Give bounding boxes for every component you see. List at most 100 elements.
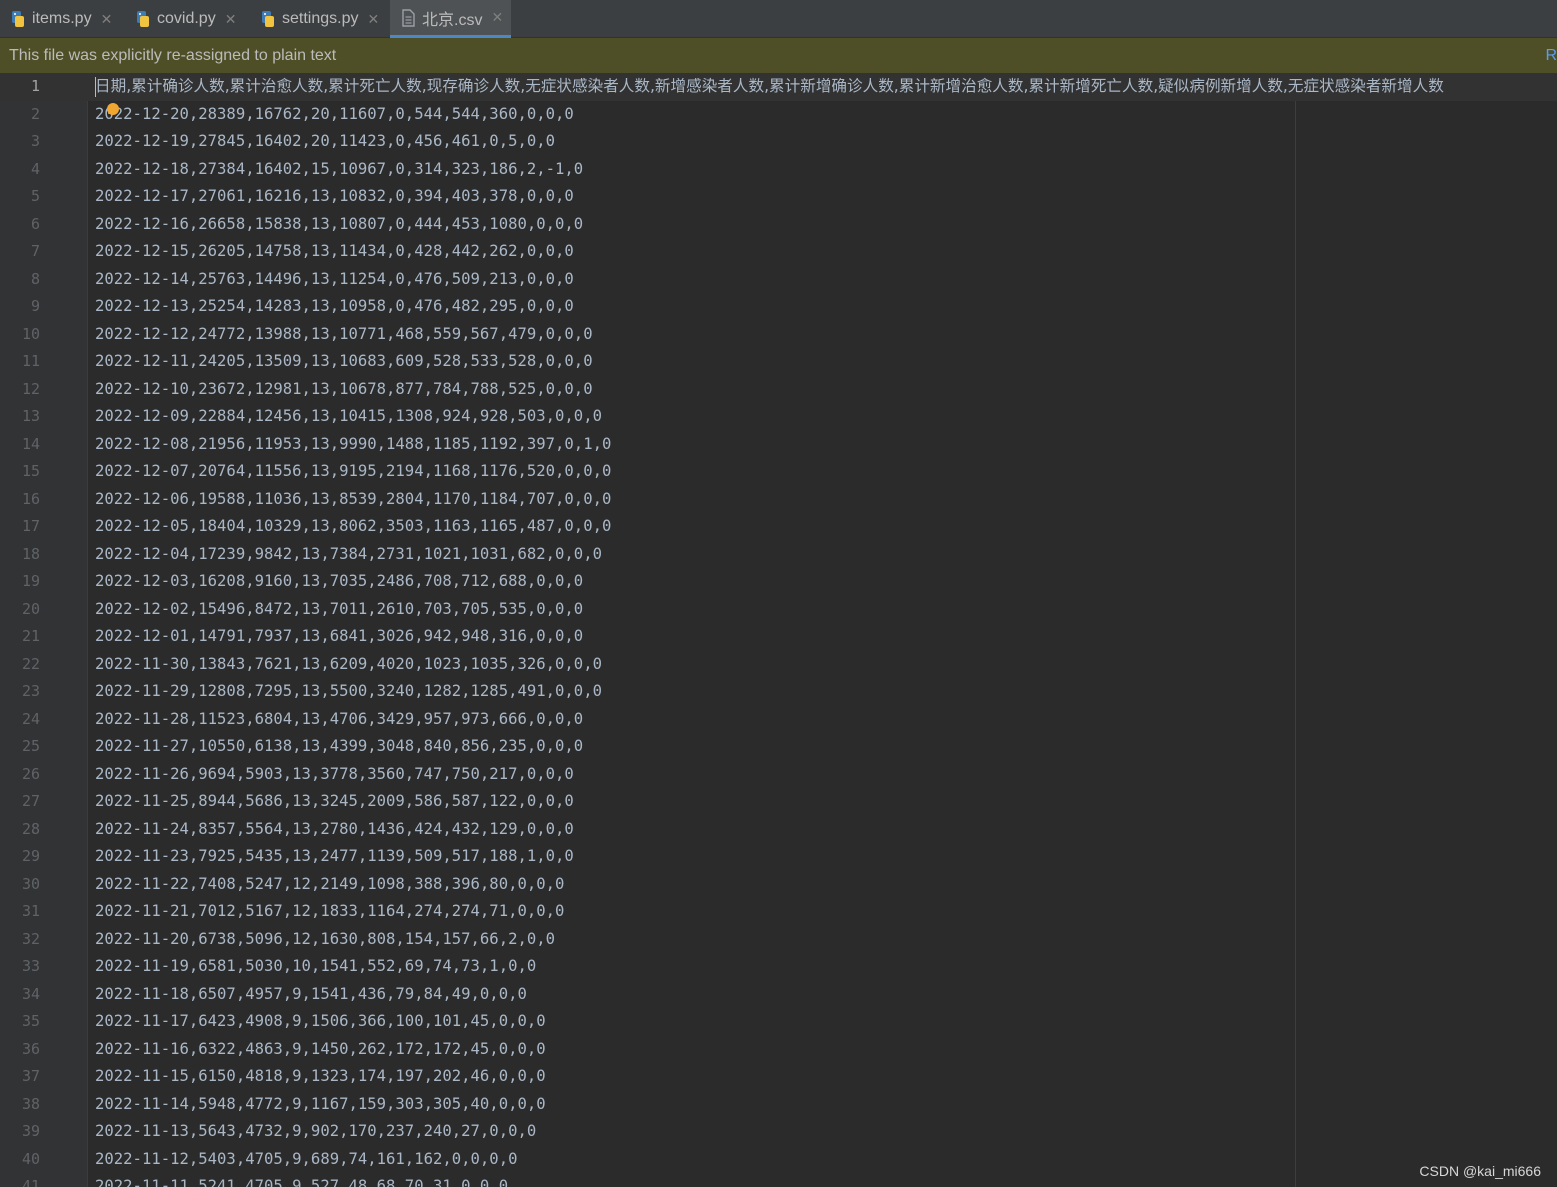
line-text[interactable]: 2022-12-10,23672,12981,13,10678,877,784,… <box>95 376 593 404</box>
line-text[interactable]: 2022-11-23,7925,5435,13,2477,1139,509,51… <box>95 843 574 871</box>
line-text[interactable]: 2022-12-17,27061,16216,13,10832,0,394,40… <box>95 183 574 211</box>
line-text[interactable]: 2022-11-24,8357,5564,13,2780,1436,424,43… <box>95 816 574 844</box>
editor-line[interactable]: 35 2022-11-17,6423,4908,9,1506,366,100,10… <box>0 1008 1557 1036</box>
editor-line[interactable]: 19 2022-12-03,16208,9160,13,7035,2486,708… <box>0 568 1557 596</box>
line-number: 3 <box>30 132 40 150</box>
line-text[interactable]: 2022-11-13,5643,4732,9,902,170,237,240,2… <box>95 1118 536 1146</box>
editor-line[interactable]: 23 2022-11-29,12808,7295,13,5500,3240,128… <box>0 678 1557 706</box>
editor-line[interactable]: 18 2022-12-04,17239,9842,13,7384,2731,102… <box>0 541 1557 569</box>
editor-line[interactable]: 33 2022-11-19,6581,5030,10,1541,552,69,74… <box>0 953 1557 981</box>
line-text[interactable]: 2022-12-16,26658,15838,13,10807,0,444,45… <box>95 211 583 239</box>
editor-line[interactable]: 24 2022-11-28,11523,6804,13,4706,3429,957… <box>0 706 1557 734</box>
line-number: 36 <box>21 1039 40 1058</box>
editor-line[interactable]: 12 2022-12-10,23672,12981,13,10678,877,78… <box>0 376 1557 404</box>
tab-items-py[interactable]: items.py ✕ <box>0 0 125 38</box>
editor-line[interactable]: 29 2022-11-23,7925,5435,13,2477,1139,509,… <box>0 843 1557 871</box>
line-text[interactable]: 2022-12-01,14791,7937,13,6841,3026,942,9… <box>95 623 583 651</box>
line-text[interactable]: 2022-11-14,5948,4772,9,1167,159,303,305,… <box>95 1091 546 1119</box>
line-text[interactable]: 2022-11-29,12808,7295,13,5500,3240,1282,… <box>95 678 602 706</box>
line-text[interactable]: 2022-11-30,13843,7621,13,6209,4020,1023,… <box>95 651 602 679</box>
banner-action-link[interactable]: R <box>1545 38 1557 73</box>
line-text[interactable]: 2022-11-26,9694,5903,13,3778,3560,747,75… <box>95 761 574 789</box>
editor-line[interactable]: 31 2022-11-21,7012,5167,12,1833,1164,274,… <box>0 898 1557 926</box>
line-text[interactable]: 2022-12-18,27384,16402,15,10967,0,314,32… <box>95 156 583 184</box>
editor-line[interactable]: 6 2022-12-16,26658,15838,13,10807,0,444,4… <box>0 211 1557 239</box>
editor-line[interactable]: 25 2022-11-27,10550,6138,13,4399,3048,840… <box>0 733 1557 761</box>
editor-line[interactable]: 10 2022-12-12,24772,13988,13,10771,468,55… <box>0 321 1557 349</box>
editor-line[interactable]: 20 2022-12-02,15496,8472,13,7011,2610,703… <box>0 596 1557 624</box>
editor-line[interactable]: 16 2022-12-06,19588,11036,13,8539,2804,11… <box>0 486 1557 514</box>
line-text[interactable]: 2022-11-12,5403,4705,9,689,74,161,162,0,… <box>95 1146 517 1174</box>
editor-line[interactable]: 32 2022-11-20,6738,5096,12,1630,808,154,1… <box>0 926 1557 954</box>
line-text[interactable]: 2022-11-22,7408,5247,12,2149,1098,388,39… <box>95 871 564 899</box>
editor-line[interactable]: 13 2022-12-09,22884,12456,13,10415,1308,9… <box>0 403 1557 431</box>
line-text[interactable]: 2022-12-04,17239,9842,13,7384,2731,1021,… <box>95 541 602 569</box>
line-text[interactable]: 2022-12-14,25763,14496,13,11254,0,476,50… <box>95 266 574 294</box>
editor-line[interactable]: 15 2022-12-07,20764,11556,13,9195,2194,11… <box>0 458 1557 486</box>
editor-line[interactable]: 22 2022-11-30,13843,7621,13,6209,4020,102… <box>0 651 1557 679</box>
editor-line[interactable]: 5 2022-12-17,27061,16216,13,10832,0,394,4… <box>0 183 1557 211</box>
line-text[interactable]: 2022-12-19,27845,16402,20,11423,0,456,46… <box>95 128 555 156</box>
tab-covid-py[interactable]: covid.py ✕ <box>125 0 250 38</box>
editor-line[interactable]: 37 2022-11-15,6150,4818,9,1323,174,197,20… <box>0 1063 1557 1091</box>
editor-line[interactable]: 21 2022-12-01,14791,7937,13,6841,3026,942… <box>0 623 1557 651</box>
line-text[interactable]: 2022-12-13,25254,14283,13,10958,0,476,48… <box>95 293 574 321</box>
editor-line[interactable]: 28 2022-11-24,8357,5564,13,2780,1436,424,… <box>0 816 1557 844</box>
line-text[interactable]: 2022-11-19,6581,5030,10,1541,552,69,74,7… <box>95 953 536 981</box>
editor-line[interactable]: 4 2022-12-18,27384,16402,15,10967,0,314,3… <box>0 156 1557 184</box>
editor-line[interactable]: 41 2022-11-11,5241,4705,9,527,48,68,70,31… <box>0 1173 1557 1187</box>
line-text[interactable]: 2022-11-16,6322,4863,9,1450,262,172,172,… <box>95 1036 546 1064</box>
intention-bulb-icon[interactable] <box>107 103 119 115</box>
editor-line[interactable]: 39 2022-11-13,5643,4732,9,902,170,237,240… <box>0 1118 1557 1146</box>
editor-line[interactable]: 30 2022-11-22,7408,5247,12,2149,1098,388,… <box>0 871 1557 899</box>
code-editor[interactable]: 1 日期,累计确诊人数,累计治愈人数,累计死亡人数,现存确诊人数,无症状感染者人数… <box>0 73 1557 1187</box>
editor-line[interactable]: 8 2022-12-14,25763,14496,13,11254,0,476,5… <box>0 266 1557 294</box>
editor-line[interactable]: 1 日期,累计确诊人数,累计治愈人数,累计死亡人数,现存确诊人数,无症状感染者人数… <box>0 73 1557 101</box>
editor-line[interactable]: 38 2022-11-14,5948,4772,9,1167,159,303,30… <box>0 1091 1557 1119</box>
editor-line[interactable]: 7 2022-12-15,26205,14758,13,11434,0,428,4… <box>0 238 1557 266</box>
line-text[interactable]: 2022-12-05,18404,10329,13,8062,3503,1163… <box>95 513 611 541</box>
tab-settings-py[interactable]: settings.py ✕ <box>250 0 390 38</box>
line-text[interactable]: 2022-12-20,28389,16762,20,11607,0,544,54… <box>95 101 574 129</box>
line-text[interactable]: 2022-12-09,22884,12456,13,10415,1308,924… <box>95 403 602 431</box>
editor-line[interactable]: 36 2022-11-16,6322,4863,9,1450,262,172,17… <box>0 1036 1557 1064</box>
line-text[interactable]: 2022-11-17,6423,4908,9,1506,366,100,101,… <box>95 1008 546 1036</box>
close-icon[interactable]: ✕ <box>101 11 113 28</box>
close-icon[interactable]: ✕ <box>225 11 237 28</box>
editor-line[interactable]: 27 2022-11-25,8944,5686,13,3245,2009,586,… <box>0 788 1557 816</box>
line-text[interactable]: 2022-12-02,15496,8472,13,7011,2610,703,7… <box>95 596 583 624</box>
tab-beijing-csv[interactable]: 北京.csv ✕ <box>390 0 511 38</box>
line-number: 33 <box>21 957 40 975</box>
line-text[interactable]: 2022-11-18,6507,4957,9,1541,436,79,84,49… <box>95 981 527 1009</box>
editor-line[interactable]: 11 2022-12-11,24205,13509,13,10683,609,52… <box>0 348 1557 376</box>
line-text[interactable]: 2022-11-25,8944,5686,13,3245,2009,586,58… <box>95 788 574 816</box>
line-text[interactable]: 2022-11-11,5241,4705,9,527,48,68,70,31,0… <box>95 1173 508 1187</box>
line-text[interactable]: 2022-12-06,19588,11036,13,8539,2804,1170… <box>95 486 611 514</box>
editor-line[interactable]: 26 2022-11-26,9694,5903,13,3778,3560,747,… <box>0 761 1557 789</box>
line-text[interactable]: 2022-11-28,11523,6804,13,4706,3429,957,9… <box>95 706 583 734</box>
close-icon[interactable]: ✕ <box>367 11 379 28</box>
close-icon[interactable]: ✕ <box>491 9 503 26</box>
editor-line[interactable]: 14 2022-12-08,21956,11953,13,9990,1488,11… <box>0 431 1557 459</box>
line-text[interactable]: 2022-12-15,26205,14758,13,11434,0,428,44… <box>95 238 574 266</box>
line-text[interactable]: 2022-11-27,10550,6138,13,4399,3048,840,8… <box>95 733 583 761</box>
editor-line[interactable]: 9 2022-12-13,25254,14283,13,10958,0,476,4… <box>0 293 1557 321</box>
line-number: 4 <box>30 159 40 178</box>
line-number: 2 <box>30 104 40 123</box>
editor-line[interactable]: 17 2022-12-05,18404,10329,13,8062,3503,11… <box>0 513 1557 541</box>
line-text[interactable]: 2022-11-20,6738,5096,12,1630,808,154,157… <box>95 926 555 954</box>
line-text[interactable]: 2022-11-15,6150,4818,9,1323,174,197,202,… <box>95 1063 546 1091</box>
line-number: 27 <box>21 792 40 810</box>
line-text[interactable]: 2022-12-08,21956,11953,13,9990,1488,1185… <box>95 431 611 459</box>
line-text[interactable]: 2022-11-21,7012,5167,12,1833,1164,274,27… <box>95 898 564 926</box>
line-text[interactable]: 2022-12-12,24772,13988,13,10771,468,559,… <box>95 321 593 349</box>
line-text[interactable]: 2022-12-11,24205,13509,13,10683,609,528,… <box>95 348 593 376</box>
line-text[interactable]: 日期,累计确诊人数,累计治愈人数,累计死亡人数,现存确诊人数,无症状感染者人数,… <box>95 73 1444 101</box>
editor-line[interactable]: 2 2022-12-20,28389,16762,20,11607,0,544,5… <box>0 101 1557 129</box>
line-text[interactable]: 2022-12-07,20764,11556,13,9195,2194,1168… <box>95 458 611 486</box>
line-text[interactable]: 2022-12-03,16208,9160,13,7035,2486,708,7… <box>95 568 583 596</box>
editor-line[interactable]: 40 2022-11-12,5403,4705,9,689,74,161,162,… <box>0 1146 1557 1174</box>
line-number: 31 <box>21 902 40 920</box>
editor-line[interactable]: 34 2022-11-18,6507,4957,9,1541,436,79,84,… <box>0 981 1557 1009</box>
editor-line[interactable]: 3 2022-12-19,27845,16402,20,11423,0,456,4… <box>0 128 1557 156</box>
